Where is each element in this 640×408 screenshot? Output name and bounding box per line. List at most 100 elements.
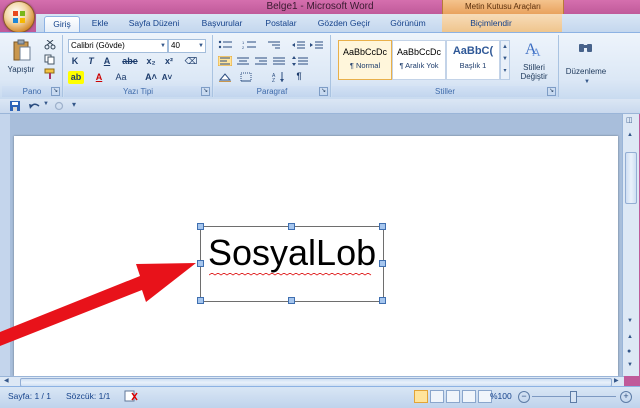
tab-giris[interactable]: Giriş <box>44 16 80 33</box>
next-page-icon[interactable]: ▼ <box>627 362 633 368</box>
decrease-indent-icon[interactable] <box>292 40 306 50</box>
borders-icon[interactable] <box>240 72 256 82</box>
vertical-scroll-thumb[interactable] <box>625 152 637 204</box>
tab-gozden-gecir[interactable]: Gözden Geçir <box>312 16 376 32</box>
clear-formatting-icon[interactable]: ⌫ <box>184 55 198 68</box>
align-center-icon[interactable] <box>236 56 250 66</box>
style-name: ¶ Aralık Yok <box>399 61 439 70</box>
vertical-scrollbar[interactable]: ◫ ▲ ▼ ▲ ● ▼ <box>622 114 639 376</box>
previous-page-icon[interactable]: ▲ <box>627 334 633 340</box>
zoom-level[interactable]: %100 <box>490 391 512 401</box>
paste-label: Yapıştır <box>7 65 35 74</box>
resize-handle[interactable] <box>379 297 386 304</box>
paragraph-group: 12 AZ ¶ Paragraf ↘ <box>214 35 331 97</box>
change-styles-icon: AA <box>525 41 541 57</box>
clipboard-group: Yapıştır Pano ↘ <box>2 35 63 97</box>
resize-handle[interactable] <box>288 223 295 230</box>
zoom-in-icon[interactable]: + <box>620 391 632 403</box>
show-marks-icon[interactable]: ¶ <box>292 70 306 83</box>
paragraph-launcher-icon[interactable]: ↘ <box>319 87 328 96</box>
browse-object-icon[interactable]: ● <box>627 348 631 355</box>
resize-handle[interactable] <box>197 223 204 230</box>
style-heading-1[interactable]: AaBbC( Başlık 1 <box>446 40 500 80</box>
tab-ekle[interactable]: Ekle <box>86 16 114 32</box>
tab-sayfa-duzeni[interactable]: Sayfa Düzeni <box>122 16 186 32</box>
style-normal[interactable]: AaBbCcDc ¶ Normal <box>338 40 392 80</box>
scroll-left-icon[interactable]: ◀ <box>4 377 9 384</box>
full-screen-view-icon[interactable] <box>430 390 444 403</box>
font-launcher-icon[interactable]: ↘ <box>201 87 210 96</box>
ruler-toggle-icon[interactable]: ◫ <box>626 116 633 124</box>
page-count[interactable]: Sayfa: 1 / 1 <box>8 391 51 401</box>
style-no-spacing[interactable]: AaBbCcDc ¶ Aralık Yok <box>392 40 446 80</box>
scroll-down-icon[interactable]: ▼ <box>627 318 633 324</box>
tab-bicimlendir[interactable]: Biçimlendir <box>456 16 526 32</box>
web-layout-view-icon[interactable] <box>446 390 460 403</box>
zoom-slider-thumb[interactable] <box>570 391 577 403</box>
copy-icon[interactable] <box>44 54 56 65</box>
shrink-font-button[interactable]: A˅ <box>160 71 174 84</box>
styles-scroll[interactable]: ▲ ▼ ▾ <box>500 40 510 80</box>
tab-basvurular[interactable]: Başvurular <box>194 16 250 32</box>
outline-view-icon[interactable] <box>462 390 476 403</box>
undo-dropdown-icon[interactable]: ▼ <box>43 101 49 107</box>
clipboard-launcher-icon[interactable]: ↘ <box>51 87 60 96</box>
redo-icon[interactable] <box>54 101 64 111</box>
save-icon[interactable] <box>10 101 20 111</box>
proofing-icon[interactable] <box>124 390 138 402</box>
chevron-down-icon: ▼ <box>584 79 590 85</box>
undo-icon[interactable] <box>28 101 40 111</box>
multilevel-list-icon[interactable] <box>266 40 286 50</box>
change-styles-button[interactable]: AA Stilleri Değiştir <box>512 37 556 85</box>
print-layout-view-icon[interactable] <box>414 390 428 403</box>
font-size-field[interactable]: 40 ▼ <box>168 39 206 53</box>
font-name-field[interactable]: Calibri (Gövde) ▼ <box>68 39 168 53</box>
customize-qat-icon[interactable]: ▾ <box>72 100 76 109</box>
styles-launcher-icon[interactable]: ↘ <box>547 87 556 96</box>
line-spacing-icon[interactable] <box>292 56 310 66</box>
underline-button[interactable]: A <box>100 55 114 68</box>
align-right-icon[interactable] <box>254 56 268 66</box>
highlight-button[interactable]: ab <box>68 71 84 84</box>
office-button[interactable] <box>3 1 35 33</box>
cut-icon[interactable] <box>44 40 56 50</box>
resize-handle[interactable] <box>379 260 386 267</box>
shading-icon[interactable] <box>218 72 234 82</box>
tab-postalar[interactable]: Postalar <box>258 16 304 32</box>
change-styles-label: Stilleri Değiştir <box>520 63 548 81</box>
text-box[interactable]: SosyalLob <box>197 223 386 304</box>
quick-access-toolbar: ▼ ▾ <box>0 99 640 114</box>
binoculars-icon <box>579 44 592 52</box>
font-color-button[interactable]: A <box>92 71 106 84</box>
align-left-icon[interactable] <box>218 56 232 66</box>
format-painter-icon[interactable] <box>44 68 56 79</box>
resize-handle[interactable] <box>288 297 295 304</box>
superscript-button[interactable]: x² <box>162 55 176 68</box>
change-case-button[interactable]: Aa <box>112 71 130 84</box>
strikethrough-button[interactable]: abe <box>120 55 140 68</box>
sort-icon[interactable]: AZ <box>272 72 286 82</box>
paste-button[interactable]: Yapıştır <box>6 37 36 83</box>
zoom-out-icon[interactable]: − <box>518 391 530 403</box>
grow-font-button[interactable]: A˄ <box>144 71 158 84</box>
svg-text:A: A <box>532 45 541 57</box>
svg-text:2: 2 <box>242 45 245 50</box>
numbering-icon[interactable]: 12 <box>242 40 262 50</box>
justify-icon[interactable] <box>272 56 286 66</box>
editing-group: Düzenleme ▼ <box>560 35 612 97</box>
resize-handle[interactable] <box>379 223 386 230</box>
increase-indent-icon[interactable] <box>310 40 324 50</box>
italic-button[interactable]: T <box>84 55 98 68</box>
bullets-icon[interactable] <box>218 40 238 50</box>
scroll-up-icon[interactable]: ▲ <box>627 132 633 138</box>
subscript-button[interactable]: x₂ <box>144 55 158 68</box>
context-tab-header: Metin Kutusu Araçları <box>442 0 564 14</box>
scroll-right-icon[interactable]: ▶ <box>614 377 619 384</box>
editing-button[interactable]: Düzenleme ▼ <box>564 37 608 93</box>
text-box-content[interactable]: SosyalLob <box>208 231 376 275</box>
word-count[interactable]: Sözcük: 1/1 <box>66 391 110 401</box>
bold-button[interactable]: K <box>68 55 82 68</box>
tab-gorunum[interactable]: Görünüm <box>384 16 432 32</box>
editing-label: Düzenleme <box>565 67 607 76</box>
styles-group: AaBbCcDc ¶ Normal AaBbCcDc ¶ Aralık Yok … <box>332 35 559 97</box>
